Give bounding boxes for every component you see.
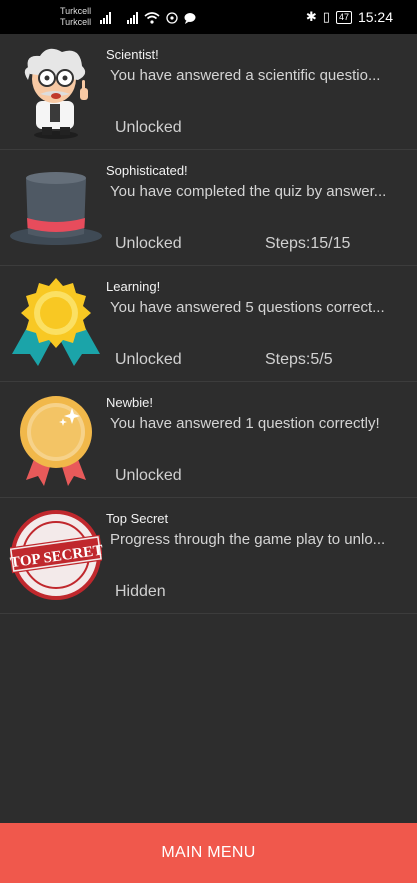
main-menu-button[interactable]: MAIN MENU xyxy=(0,823,417,883)
clock: 15:24 xyxy=(357,9,393,25)
achievement-description: You have completed the quiz by answer... xyxy=(110,183,387,200)
achievement-state: Hidden xyxy=(115,583,166,600)
achievement-steps: Steps:5/5 xyxy=(265,351,333,368)
achievement-state: Unlocked xyxy=(115,119,182,136)
achievement-row-newbie[interactable]: Newbie! You have answered 1 question cor… xyxy=(0,382,417,498)
achievement-title: Newbie! xyxy=(106,395,153,410)
status-bar: Turkcell Turkcell ✱ ▯ 47 15:24 xyxy=(0,0,417,34)
achievement-description: You have answered 1 question correctly! xyxy=(110,415,380,432)
achievement-row-top-secret[interactable]: Top Secret Progress through the game pla… xyxy=(0,498,417,614)
carrier-names: Turkcell Turkcell xyxy=(60,6,91,28)
wifi-icon xyxy=(144,12,160,24)
achievement-row-scientist[interactable]: Scientist! You have answered a scientifi… xyxy=(0,34,417,150)
signal-1-icon xyxy=(100,12,111,24)
carrier-1: Turkcell xyxy=(60,6,92,16)
achievement-state: Unlocked xyxy=(115,467,182,484)
whatsapp-icon xyxy=(166,12,178,24)
achievement-title: Scientist! xyxy=(106,47,159,62)
achievement-description: You have answered a scientific questio..… xyxy=(110,67,381,84)
battery-icon: 47 xyxy=(335,10,352,24)
vibrate-icon: ▯ xyxy=(322,9,330,24)
achievement-row-sophisticated[interactable]: Sophisticated! You have completed the qu… xyxy=(0,150,417,266)
achievement-title: Top Secret xyxy=(106,511,169,526)
achievement-description: Progress through the game play to unlo..… xyxy=(110,531,386,548)
achievement-state: Unlocked xyxy=(115,351,182,368)
medal-icon xyxy=(20,396,92,486)
achievement-steps: Steps:15/15 xyxy=(265,235,351,252)
achievement-state: Unlocked xyxy=(115,235,182,252)
status-right-icons: ✱ ▯ 47 15:24 xyxy=(306,9,393,25)
achievement-title: Sophisticated! xyxy=(106,163,188,178)
achievement-title: Learning! xyxy=(106,279,161,294)
status-left-icons xyxy=(100,10,196,24)
signal-2-icon xyxy=(127,12,138,24)
top-hat-icon xyxy=(10,172,102,245)
achievement-description: You have answered 5 questions correct... xyxy=(110,299,385,316)
award-rosette-icon xyxy=(12,278,100,366)
achievement-row-learning[interactable]: Learning! You have answered 5 questions … xyxy=(0,266,417,382)
achievement-list: Scientist! You have answered a scientifi… xyxy=(0,34,417,614)
carrier-2: Turkcell xyxy=(60,17,92,27)
bluetooth-icon: ✱ xyxy=(305,9,317,24)
scientist-icon xyxy=(24,48,88,139)
message-icon xyxy=(184,13,196,24)
